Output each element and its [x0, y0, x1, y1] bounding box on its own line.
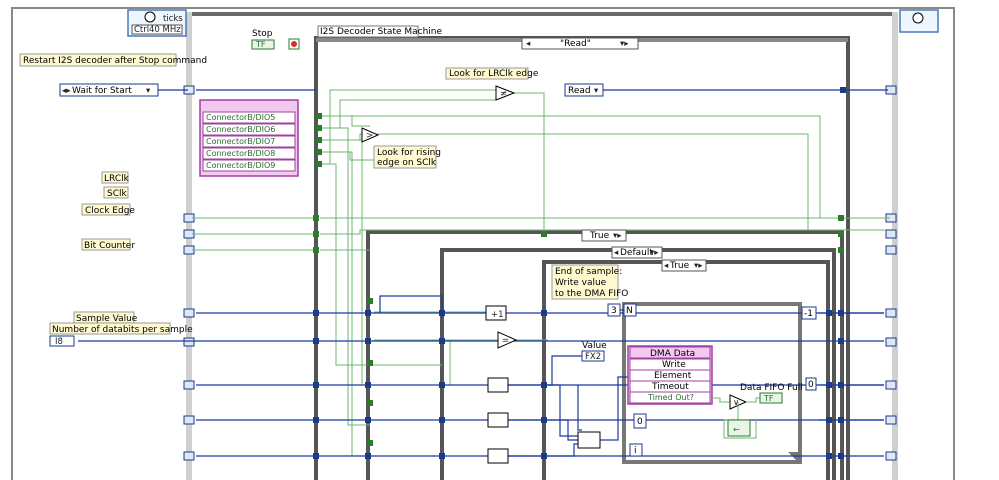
num-databits-label: Number of databits per sample	[52, 325, 193, 335]
svg-text:"Read": "Read"	[560, 39, 591, 49]
restart-note: Restart I2S decoder after Stop command	[23, 56, 207, 66]
svg-text:Write: Write	[662, 360, 686, 370]
build-number-node	[577, 431, 601, 449]
svg-text:←: ←	[733, 425, 740, 434]
svg-text:ticks: ticks	[163, 14, 183, 24]
svg-text:+1: +1	[491, 310, 504, 320]
svg-text:▾: ▾	[146, 86, 151, 96]
svg-text:True: True	[589, 231, 610, 241]
svg-text:40 MHz: 40 MHz	[149, 25, 181, 35]
io-item-dio9: ConnectorB/DIO9	[206, 161, 275, 170]
case-selector-read[interactable]: ◂ "Read" ▾▸	[521, 37, 639, 50]
svg-text:I8: I8	[55, 337, 63, 347]
svg-text:Element: Element	[654, 371, 692, 381]
svg-text:0: 0	[637, 417, 643, 427]
block-diagram: ticks Ctrl 40 MHz TF Stop I2S Decoder St…	[11, 7, 955, 480]
svg-text:True: True	[669, 261, 690, 271]
svg-text:▾▸: ▾▸	[650, 248, 659, 258]
timer-config[interactable]: ticks Ctrl 40 MHz	[127, 9, 187, 37]
svg-text:▾▸: ▾▸	[694, 261, 703, 271]
shift-node-1	[487, 377, 509, 393]
svg-text:Default: Default	[620, 248, 653, 258]
svg-text:End of sample:: End of sample:	[555, 267, 622, 277]
svg-text:FX2: FX2	[585, 352, 601, 362]
io-item-dio7: ConnectorB/DIO7	[206, 137, 275, 146]
svg-text:3: 3	[611, 306, 617, 316]
svg-text:◂: ◂	[526, 39, 531, 49]
io-item-dio6: ConnectorB/DIO6	[206, 125, 275, 134]
svg-text:Ctrl: Ctrl	[134, 25, 149, 35]
svg-text:◂: ◂	[614, 248, 619, 258]
stop-control[interactable]: TF	[251, 38, 300, 50]
dma-fifo-title: DMA Data	[650, 349, 695, 359]
shift-node-3	[487, 448, 509, 464]
io-item-dio5: ConnectorB/DIO5	[206, 113, 275, 122]
svg-text:Write value: Write value	[555, 278, 607, 288]
svg-text:to the DMA FIFO: to the DMA FIFO	[555, 289, 628, 299]
bit-counter-label: Bit Counter	[84, 241, 135, 251]
svg-text:0: 0	[808, 380, 814, 390]
dma-fifo-node[interactable]: DMA Data Write Element Timeout Timed Out…	[627, 345, 713, 405]
svg-text:Timeout: Timeout	[651, 382, 689, 392]
shift-node-2	[487, 412, 509, 428]
svg-text:TF: TF	[255, 40, 266, 49]
state-machine-label: I2S Decoder State Machine	[320, 27, 443, 37]
svg-text:▾▸: ▾▸	[620, 39, 629, 49]
svg-text:◂: ◂	[664, 261, 669, 271]
state-case-structure	[314, 36, 850, 480]
svg-text:Read: Read	[568, 86, 591, 96]
svg-text:=: =	[502, 336, 509, 346]
case-selector-true-2[interactable]: ◂ True ▾▸	[661, 259, 707, 272]
svg-text:>: >	[366, 131, 373, 141]
case-selector-true-1[interactable]: True ▾▸	[581, 229, 627, 242]
svg-text:▾: ▾	[594, 86, 599, 96]
clock-edge-label: Clock Edge	[85, 206, 135, 216]
data-fifo-full-label: Data FIFO Full	[740, 383, 803, 393]
svg-text:N: N	[626, 306, 633, 316]
svg-text:-1: -1	[804, 309, 813, 319]
fpga-io-node[interactable]: ConnectorB/DIO5 ConnectorB/DIO6 Connecto…	[199, 99, 299, 177]
stop-label: Stop	[252, 29, 273, 39]
value-label: Value	[582, 341, 607, 351]
io-item-dio8: ConnectorB/DIO8	[206, 149, 275, 158]
case-selector-default[interactable]: ◂ Default ▾▸	[611, 246, 663, 259]
wait-for-start-enum[interactable]: ◂▸ Wait for Start ▾	[59, 83, 159, 97]
svg-text:i: i	[634, 446, 637, 456]
svg-text:▾▸: ▾▸	[613, 231, 622, 241]
sclk-label: SClk	[107, 189, 127, 199]
svg-text:Wait for Start: Wait for Start	[72, 86, 132, 96]
svg-text:◂▸: ◂▸	[62, 86, 71, 96]
svg-text:Look for rising: Look for rising	[377, 148, 441, 158]
svg-text:Timed Out?: Timed Out?	[647, 393, 694, 402]
svg-text:Look for LRClk edge: Look for LRClk edge	[449, 69, 539, 79]
read-enum-constant[interactable]: Read ▾	[564, 83, 604, 97]
num-databits-control[interactable]: I8	[49, 335, 75, 347]
svg-text:≠: ≠	[500, 89, 507, 99]
svg-text:TF: TF	[763, 394, 774, 403]
iteration-terminal	[899, 9, 939, 33]
lrclk-label: LRClk	[104, 174, 130, 184]
svg-text:edge on SClk: edge on SClk	[377, 158, 437, 168]
